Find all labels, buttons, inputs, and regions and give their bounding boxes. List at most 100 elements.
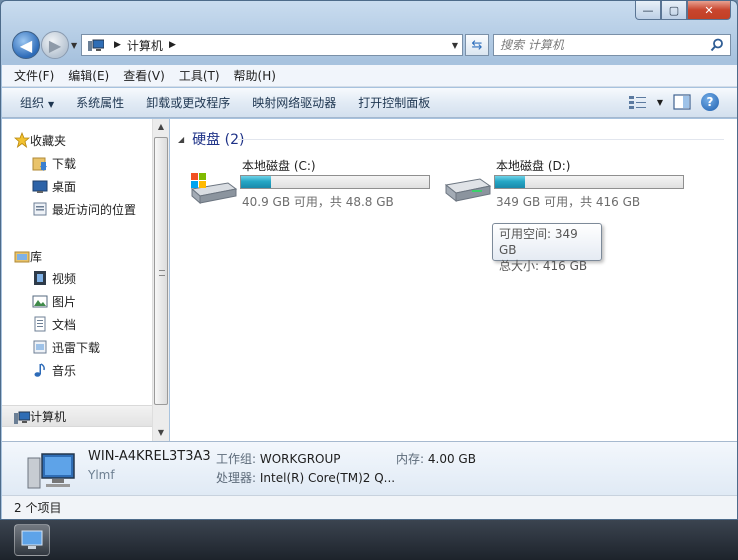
- help-button[interactable]: ?: [701, 93, 719, 111]
- taskbar-explorer-button[interactable]: [14, 524, 50, 556]
- hard-drive-icon: [444, 178, 492, 203]
- nav-item-label: 迅雷下载: [52, 340, 101, 355]
- nav-item-label: 文档: [52, 317, 77, 332]
- preview-pane-button[interactable]: [673, 94, 691, 110]
- tooltip-free-space: 可用空间: 349 GB: [499, 227, 578, 257]
- refresh-button[interactable]: ⇆: [465, 34, 489, 56]
- scroll-up-button[interactable]: ▲: [153, 119, 169, 135]
- collapse-triangle-icon[interactable]: ◢: [178, 135, 184, 144]
- arrow-right-icon: ▶: [48, 35, 62, 55]
- navigation-pane: 收藏夹 下载 桌面 最近访问的位置 库 视频 图片 文档 迅雷下载 音乐 计算机: [2, 119, 152, 441]
- forward-button[interactable]: ▶: [41, 31, 69, 59]
- recent-places-icon: [33, 202, 47, 216]
- windows-drive-icon: [190, 173, 238, 205]
- organize-button[interactable]: 组织 ▼: [20, 94, 54, 111]
- menu-edit[interactable]: 编辑(E): [68, 67, 109, 84]
- nav-item-label: 下载: [52, 156, 77, 171]
- nav-item-label: 音乐: [52, 363, 77, 378]
- nav-item-desktop[interactable]: 桌面: [2, 175, 152, 197]
- menu-view[interactable]: 查看(V): [123, 67, 165, 84]
- explorer-window: — ▢ ✕ ◀ ▶ ▼ ▶ 计算机 ▶ ▼ ⇆ 文件(F) 编辑(E) 查看(V…: [0, 0, 738, 520]
- nav-computer[interactable]: 计算机: [2, 405, 152, 427]
- breadcrumb-computer[interactable]: 计算机: [127, 37, 163, 54]
- menu-file[interactable]: 文件(F): [14, 67, 54, 84]
- scroll-thumb[interactable]: [154, 137, 168, 405]
- change-view-button[interactable]: [628, 95, 647, 109]
- nav-item-label: 图片: [52, 294, 77, 309]
- navigation-scrollbar[interactable]: ▲ ▼: [152, 119, 169, 441]
- search-box[interactable]: [493, 34, 731, 56]
- nav-computer-label: 计算机: [30, 409, 67, 424]
- menu-bar: 文件(F) 编辑(E) 查看(V) 工具(T) 帮助(H): [2, 65, 737, 87]
- title-bar[interactable]: — ▢ ✕: [1, 1, 737, 27]
- nav-item-label: 最近访问的位置: [52, 202, 137, 217]
- drive-space-info: 40.9 GB 可用，共 48.8 GB: [242, 195, 394, 209]
- nav-libraries-label: 库: [30, 249, 43, 264]
- map-network-drive-button[interactable]: 映射网络驱动器: [252, 94, 336, 111]
- menu-help[interactable]: 帮助(H): [234, 67, 276, 84]
- nav-favorites-label: 收藏夹: [30, 133, 67, 148]
- drive-usage-fill: [495, 176, 526, 188]
- computer-icon: [27, 453, 75, 489]
- memory-value: 4.00 GB: [427, 452, 476, 466]
- tooltip-total-size: 总大小: 416 GB: [499, 259, 588, 273]
- view-controls: ▼ ?: [619, 93, 719, 111]
- nav-item-recent-places[interactable]: 最近访问的位置: [2, 198, 152, 220]
- preview-pane-icon: [673, 94, 691, 110]
- nav-item-downloads[interactable]: 下载: [2, 152, 152, 174]
- processor-field: 处理器: Intel(R) Core(TM)2 Q...: [216, 469, 395, 486]
- drive-name: 本地磁盘 (C:): [242, 159, 316, 173]
- help-icon: ?: [701, 93, 719, 111]
- menu-tools[interactable]: 工具(T): [179, 67, 220, 84]
- search-icon[interactable]: [710, 38, 724, 52]
- nav-item-documents[interactable]: 文档: [2, 313, 152, 335]
- organize-label: 组织: [20, 96, 45, 110]
- memory-field: 内存: 4.00 GB: [396, 450, 476, 467]
- video-icon: [34, 271, 46, 285]
- open-control-panel-button[interactable]: 打开控制面板: [358, 94, 430, 111]
- system-properties-button[interactable]: 系统属性: [76, 94, 124, 111]
- back-button[interactable]: ◀: [12, 31, 40, 59]
- address-history-dropdown[interactable]: ▼: [452, 41, 458, 50]
- drive-usage-bar: [240, 175, 430, 189]
- thunder-download-icon: [33, 340, 47, 354]
- group-header-hard-drives[interactable]: ◢ 硬盘 (2): [178, 129, 244, 149]
- item-count: 2 个项目: [14, 501, 62, 515]
- chevron-right-icon[interactable]: ▶: [114, 40, 121, 50]
- drive-name: 本地磁盘 (D:): [496, 159, 571, 173]
- drive-c[interactable]: 本地磁盘 (C:) 40.9 GB 可用，共 48.8 GB: [188, 157, 438, 213]
- nav-libraries[interactable]: 库: [2, 245, 152, 267]
- close-button[interactable]: ✕: [687, 1, 731, 20]
- address-bar[interactable]: ▶ 计算机 ▶ ▼: [81, 34, 463, 56]
- drive-usage-bar: [494, 175, 684, 189]
- nav-item-thunder-downloads[interactable]: 迅雷下载: [2, 336, 152, 358]
- nav-item-videos[interactable]: 视频: [2, 267, 152, 289]
- nav-favorites[interactable]: 收藏夹: [2, 129, 152, 151]
- workgroup-label: 工作组:: [216, 452, 257, 466]
- memory-label: 内存:: [396, 452, 425, 466]
- computer-user: Ylmf: [88, 468, 115, 482]
- star-icon: [14, 132, 30, 148]
- drive-space-info: 349 GB 可用，共 416 GB: [496, 195, 641, 209]
- content-pane: ◢ 硬盘 (2) 本地磁盘 (C:) 40.9 GB 可用，共 48.8 GB: [170, 119, 737, 441]
- nav-item-pictures[interactable]: 图片: [2, 290, 152, 312]
- processor-value: Intel(R) Core(TM)2 Q...: [259, 471, 396, 485]
- drive-d[interactable]: 本地磁盘 (D:) 349 GB 可用，共 416 GB: [442, 157, 692, 213]
- maximize-button[interactable]: ▢: [661, 1, 687, 20]
- nav-item-label: 桌面: [52, 179, 77, 194]
- nav-item-music[interactable]: 音乐: [2, 359, 152, 381]
- search-input[interactable]: [500, 38, 700, 52]
- arrow-left-icon: ◀: [19, 35, 33, 55]
- uninstall-program-button[interactable]: 卸载或更改程序: [146, 94, 230, 111]
- chevron-right-icon[interactable]: ▶: [169, 40, 176, 50]
- group-title: 硬盘 (2): [192, 132, 245, 148]
- minimize-button[interactable]: —: [635, 1, 661, 20]
- library-icon: [14, 251, 30, 263]
- scroll-down-button[interactable]: ▼: [153, 425, 169, 441]
- taskbar: [0, 520, 738, 560]
- recent-pages-dropdown[interactable]: ▼: [71, 41, 77, 50]
- view-tiles-icon: [628, 96, 646, 109]
- desktop-icon: [32, 180, 48, 193]
- address-row: ◀ ▶ ▼ ▶ 计算机 ▶ ▼ ⇆: [9, 29, 731, 61]
- view-options-dropdown[interactable]: ▼: [657, 98, 663, 107]
